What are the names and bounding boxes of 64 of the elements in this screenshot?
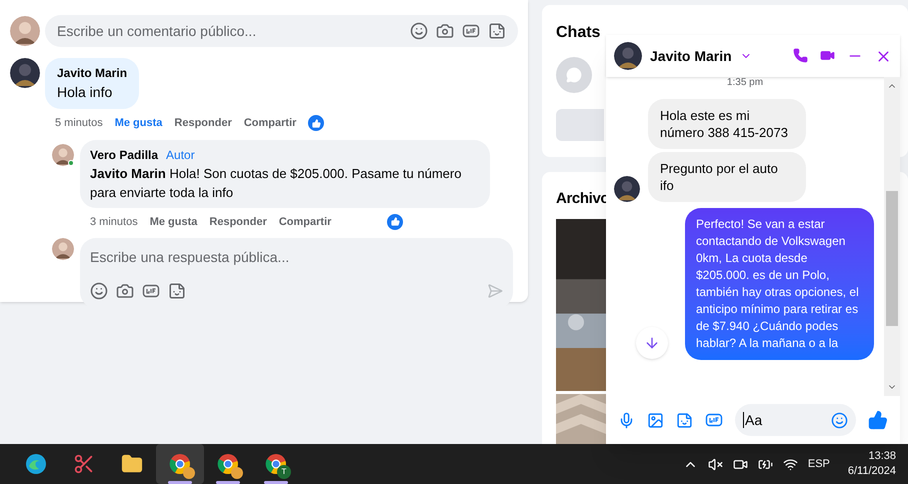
like-link[interactable]: Me gusta [114,115,162,132]
sent-message: Perfecto! Se van a estar contactando de Volkswagen 0km, La cuota desde $205.000. es de un Polo, también hay otras opciones, el anticipo mínimo para retirar es de $7.940 ¿Cuándo podes hablar? A la mañana o a la [685,208,874,360]
comment-text: Hola info [57,83,114,102]
chat-thread-icon [556,57,592,93]
photo-icon[interactable] [647,412,664,428]
like-reaction-icon [308,115,324,132]
comment-time: 5 minutos [55,116,103,131]
taskbar-app-button[interactable]: T [252,444,300,484]
contact-name[interactable]: Javito Marin [650,46,732,66]
user-avatar [10,16,40,46]
reply-author[interactable]: Vero Padilla [90,146,158,164]
microphone-icon[interactable] [618,412,635,428]
edge-icon [25,453,47,475]
gif-icon[interactable] [462,22,480,40]
sticker-icon[interactable] [676,412,693,428]
share-link[interactable]: Compartir [278,214,332,230]
comment-box[interactable]: Escribe un comentario público... [45,15,518,47]
sticker-icon[interactable] [168,282,186,300]
scroll-to-bottom-button[interactable] [636,327,668,359]
like-link[interactable]: Me gusta [150,214,198,230]
comment-field[interactable]: Escribe un comentario público... [57,20,410,42]
arrow-down-icon [644,335,660,351]
running-indicator [264,481,288,484]
emoji-icon[interactable] [410,22,428,40]
like-reaction-icon [387,214,404,230]
replier-avatar [52,144,74,166]
taskbar-app-button[interactable] [156,444,204,484]
message-input-text: Aa [743,412,762,428]
received-message: Hola este es mi número 388 415-2073 [648,99,806,149]
emoji-icon[interactable] [831,412,848,428]
contact-avatar [614,176,640,202]
running-indicator [216,481,240,484]
emoji-icon[interactable] [90,282,108,300]
profile-badge-icon [183,467,195,479]
contact-avatar [614,42,642,70]
scrollbar-thumb[interactable] [886,191,898,326]
profile-badge-icon [231,467,243,479]
running-indicator [168,481,192,484]
comment-author[interactable]: Javito Marin [57,64,128,82]
reply-link[interactable]: Responder [209,214,267,230]
reply-text: Javito Marin Hola! Son cuotas de $205.000. Pasame tu número para enviarte toda la info [90,164,462,202]
received-message: Pregunto por el auto ifo [648,152,806,202]
comment-time: 3 minutos [90,214,138,230]
message-timestamp: 1:35 pm [726,77,764,89]
wifi-icon[interactable] [782,456,798,472]
profile-badge: T [277,465,291,479]
commenter-avatar [10,58,40,88]
sticker-icon[interactable] [488,22,506,40]
reply-field[interactable]: Escribe una respuesta pública... [90,247,503,268]
folder-icon [121,453,143,475]
author-label: Autor [166,146,195,164]
share-link[interactable]: Compartir [244,115,296,132]
language-indicator[interactable]: ESP [808,456,830,472]
clock[interactable]: 13:38 6/11/2024 [848,449,896,479]
user-avatar [52,238,74,260]
message-field[interactable]: Aa [735,404,856,436]
card-title: Chats [556,23,602,43]
scissors-icon [73,453,95,475]
like-button-icon[interactable] [868,410,888,430]
gif-icon[interactable] [142,282,160,300]
phone-icon[interactable] [793,48,808,62]
muted-speaker-icon[interactable] [708,456,723,472]
gif-icon[interactable] [705,411,723,429]
reply-link[interactable]: Responder [174,115,232,132]
